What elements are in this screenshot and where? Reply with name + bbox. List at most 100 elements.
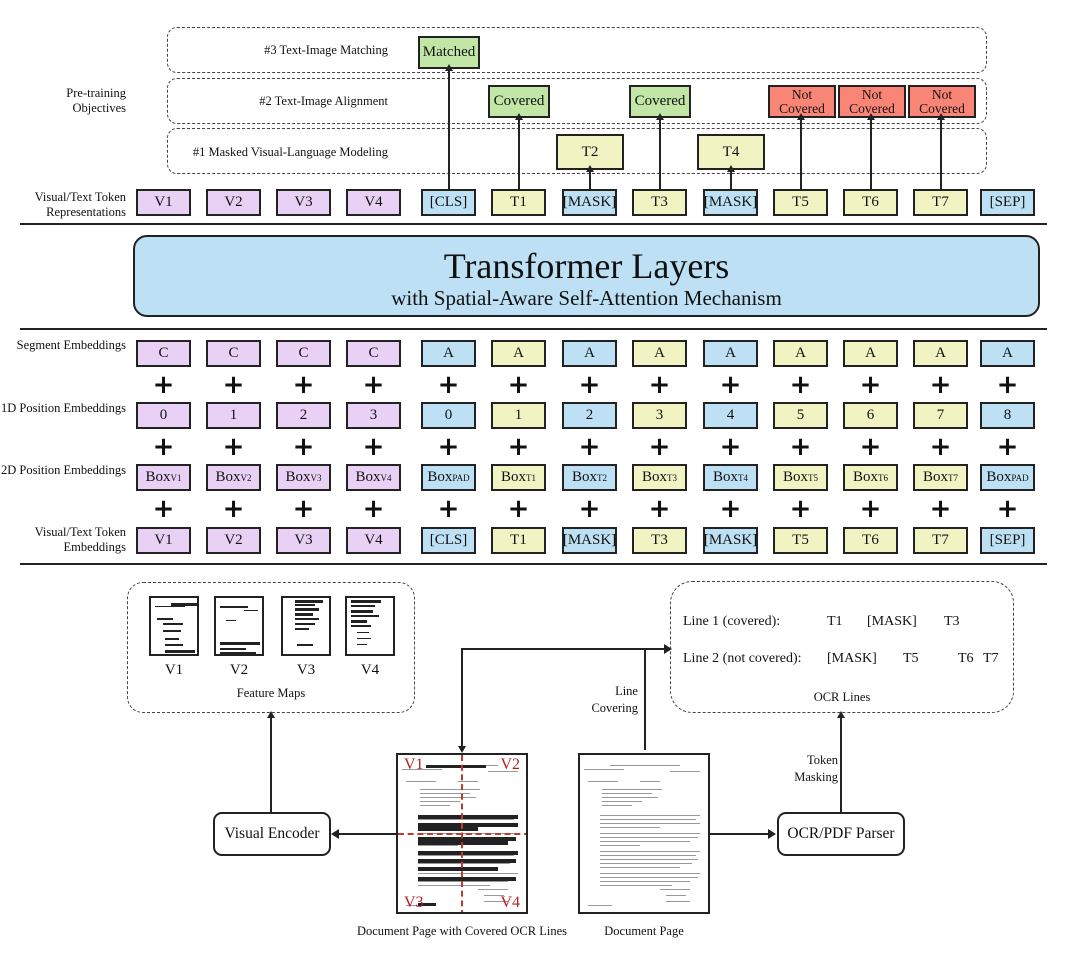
objective-output-text: Not Covered xyxy=(849,86,895,116)
quadrant-label-v1: V1 xyxy=(404,756,424,773)
redaction-bar xyxy=(157,618,173,620)
box-base: Box xyxy=(641,469,667,485)
embedding-2d-position-embeddings-2: Box V3 xyxy=(276,464,331,491)
embedding-2d-position-embeddings-3: Box V4 xyxy=(346,464,401,491)
redaction-bar xyxy=(351,605,375,607)
embedding-2d-position-embeddings-6: Box T2 xyxy=(562,464,617,491)
embedding-1d-position-embeddings-2: 2 xyxy=(276,402,331,429)
position-2d-embeddings-label: 2D Position Embeddings xyxy=(0,463,126,477)
embedding-visual-text-token-embeddings-8: [MASK] xyxy=(703,527,758,554)
redaction-bar xyxy=(357,644,367,645)
text-line xyxy=(600,833,700,834)
embedding-segment-embeddings-2: C xyxy=(276,340,331,367)
visual-encoder-label: Visual Encoder xyxy=(224,825,320,842)
ocr-line-label: Line 1 (covered): xyxy=(683,614,781,629)
embedding-1d-position-embeddings-3: 3 xyxy=(346,402,401,429)
ocr-parser-box: OCR/PDF Parser xyxy=(777,812,905,856)
objective-arrow-8 xyxy=(726,165,735,189)
ocr-token-mask: [MASK] xyxy=(827,651,877,666)
redaction-bar xyxy=(163,630,181,632)
redaction-bar xyxy=(357,638,371,639)
text-line xyxy=(600,823,700,824)
objective-arrow-5 xyxy=(514,113,523,189)
plus-operator: + xyxy=(578,494,601,524)
redaction-bar xyxy=(165,638,179,640)
ocr-token-t3: T3 xyxy=(944,614,960,629)
rep-token-t7-11: T7 xyxy=(913,189,968,216)
plus-operator: + xyxy=(859,494,882,524)
header-redaction-bar xyxy=(426,765,486,768)
embedding-segment-embeddings-9: A xyxy=(773,340,828,367)
representations-label: Visual/Text Token Representations xyxy=(34,190,126,219)
text-line xyxy=(418,885,490,886)
arrow-doc-to-encoder xyxy=(334,833,397,835)
box-base: Box xyxy=(500,469,526,485)
ocr-parser-label: OCR/PDF Parser xyxy=(787,825,895,842)
box-subscript: T7 xyxy=(948,472,958,483)
rep-token-t5-9: T5 xyxy=(773,189,828,216)
line-covering-vertical xyxy=(644,648,646,750)
text-line xyxy=(600,885,672,886)
plus-operator: + xyxy=(437,370,460,400)
text-line xyxy=(406,781,436,782)
embedding-segment-embeddings-10: A xyxy=(843,340,898,367)
transformer-title: Transformer Layers xyxy=(443,246,730,286)
text-line xyxy=(418,855,514,856)
box-base: Box xyxy=(285,469,311,485)
ocr-token-t7: T7 xyxy=(983,651,999,666)
divider-top xyxy=(20,223,1047,225)
redaction-bar xyxy=(165,644,183,646)
plus-operator: + xyxy=(362,370,385,400)
embedding-visual-text-token-embeddings-10: T6 xyxy=(843,527,898,554)
text-line xyxy=(478,889,508,890)
redaction-bar xyxy=(418,827,478,831)
plus-operator: + xyxy=(578,370,601,400)
embedding-visual-text-token-embeddings-2: V3 xyxy=(276,527,331,554)
text-line xyxy=(602,805,632,806)
embedding-1d-position-embeddings-4: 0 xyxy=(421,402,476,429)
embedding-segment-embeddings-8: A xyxy=(703,340,758,367)
objective-label-mvlm: #1 Masked Visual-Language Modeling xyxy=(192,145,388,159)
text-line xyxy=(420,805,450,806)
plus-operator: + xyxy=(859,432,882,462)
objective-arrow-9 xyxy=(796,113,805,189)
redaction-bar xyxy=(295,618,319,620)
embedding-2d-position-embeddings-5: Box T1 xyxy=(491,464,546,491)
text-line xyxy=(418,881,508,882)
text-line xyxy=(600,815,700,816)
embedding-visual-text-token-embeddings-1: V2 xyxy=(206,527,261,554)
redaction-bar xyxy=(244,610,258,611)
embedding-segment-embeddings-4: A xyxy=(421,340,476,367)
text-line xyxy=(418,845,458,846)
embedding-2d-position-embeddings-12: Box PAD xyxy=(980,464,1035,491)
plus-operator: + xyxy=(929,494,952,524)
embedding-2d-position-embeddings-0: Box V1 xyxy=(136,464,191,491)
ocr-line-label: Line 2 (not covered): xyxy=(683,651,802,666)
embedding-visual-text-token-embeddings-12: [SEP] xyxy=(980,527,1035,554)
objective-arrow-11 xyxy=(936,113,945,189)
embedding-segment-embeddings-12: A xyxy=(980,340,1035,367)
plus-operator: + xyxy=(789,370,812,400)
text-line xyxy=(600,845,640,846)
embedding-1d-position-embeddings-7: 3 xyxy=(632,402,687,429)
text-line xyxy=(666,901,690,902)
box-base: Box xyxy=(986,469,1012,485)
ocr-token-t1: T1 xyxy=(827,614,843,629)
objective-output-text: Not Covered xyxy=(919,86,965,116)
rep-token-t6-10: T6 xyxy=(843,189,898,216)
redaction-bar xyxy=(295,623,315,625)
arrow-doc-to-parser xyxy=(710,833,770,835)
rep-token-v2-1: V2 xyxy=(206,189,261,216)
plus-operator: + xyxy=(789,494,812,524)
feature-map-label-v1: V1 xyxy=(164,662,184,678)
text-line xyxy=(420,797,476,798)
plus-operator: + xyxy=(222,432,245,462)
rep-token-t1-5: T1 xyxy=(491,189,546,216)
embedding-visual-text-token-embeddings-7: T3 xyxy=(632,527,687,554)
plus-operator: + xyxy=(437,494,460,524)
redaction-bar xyxy=(295,608,319,611)
box-subscript: T5 xyxy=(808,472,818,483)
embedding-1d-position-embeddings-10: 6 xyxy=(843,402,898,429)
quadrant-divider-horizontal xyxy=(398,833,526,835)
redaction-bar xyxy=(418,867,498,871)
